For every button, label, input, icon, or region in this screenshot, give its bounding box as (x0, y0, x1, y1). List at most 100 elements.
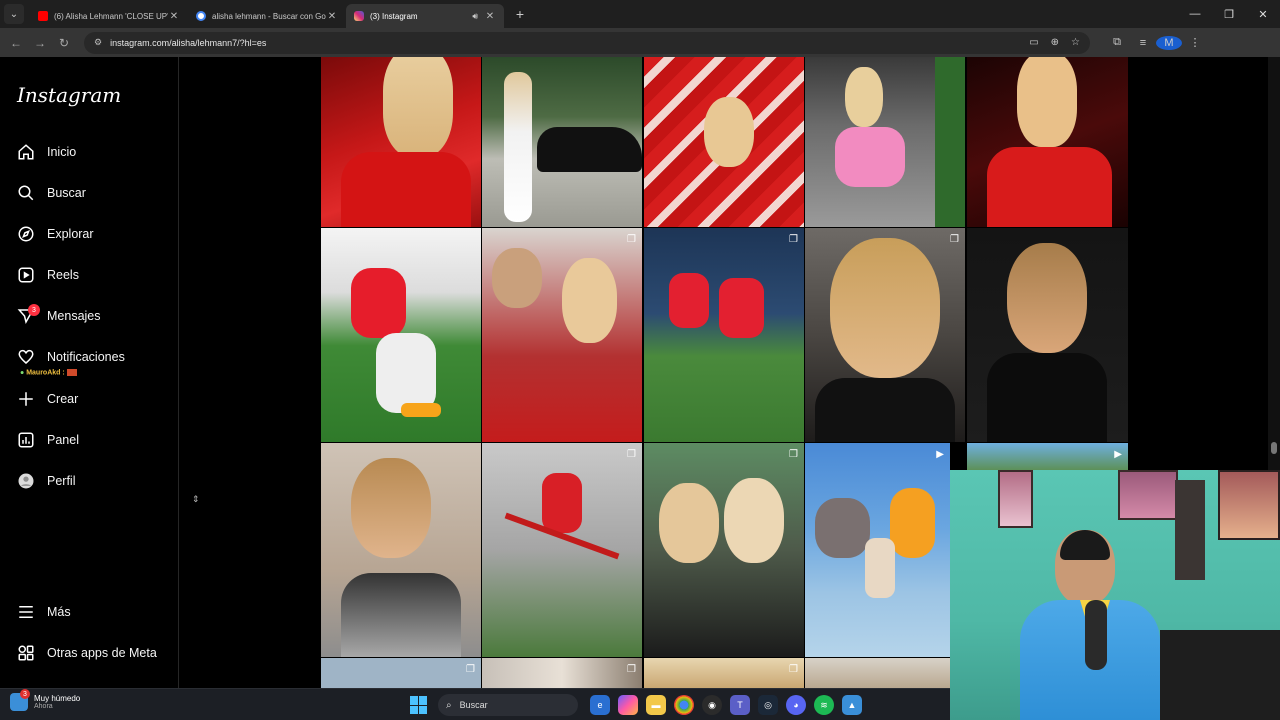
kebab-menu-icon[interactable]: ⋮ (1182, 36, 1208, 49)
post-thumbnail[interactable]: ❐ (482, 658, 642, 688)
copilot-icon[interactable] (618, 695, 638, 715)
menu-icon (17, 603, 35, 621)
nav-otras-apps[interactable]: Otras apps de Meta (17, 641, 157, 665)
spotify-icon[interactable]: ≋ (814, 695, 834, 715)
taskbar-apps: ⌕ Buscar e ▬ ◉ T ◎ ◕ ≋ ▲ (410, 694, 866, 716)
reload-icon[interactable]: ↻ (52, 31, 76, 55)
close-tab-icon[interactable]: ✕ (484, 11, 496, 22)
tab-title: (6) Alisha Lehmann 'CLOSE UP' (54, 11, 168, 21)
wall-poster (1218, 470, 1280, 540)
carousel-icon: ❐ (466, 664, 475, 675)
back-icon[interactable]: ← (4, 31, 28, 55)
nav-mensajes[interactable]: 3 Mensajes (17, 304, 101, 328)
reading-list-icon[interactable]: ≡ (1130, 37, 1156, 49)
browser-tab-active[interactable]: (3) Instagram 🔊︎ ✕ (346, 4, 504, 28)
post-thumbnail[interactable]: ❐ (644, 443, 804, 657)
search-icon (17, 184, 35, 202)
site-info-icon[interactable]: ⚙ (94, 37, 102, 48)
discord-icon[interactable]: ◕ (786, 695, 806, 715)
webcam-overlay (950, 470, 1280, 720)
nav-buscar[interactable]: Buscar (17, 181, 86, 205)
wall-poster (1118, 470, 1178, 520)
post-thumbnail[interactable]: ▶ (805, 443, 950, 657)
new-tab-button[interactable]: + (510, 4, 530, 24)
cast-icon[interactable]: ▭ (1029, 37, 1038, 48)
carousel-icon: ❐ (627, 234, 636, 245)
toolbar-right: ⧉ ≡ M ⋮ (1104, 35, 1208, 50)
post-thumbnail[interactable]: ▶ (967, 443, 1128, 473)
post-thumbnail[interactable]: ❐ (482, 228, 642, 442)
nav-label: Panel (47, 433, 79, 447)
chrome-icon[interactable] (674, 695, 694, 715)
instagram-favicon-icon (354, 11, 364, 21)
nav-notificaciones[interactable]: Notificaciones (17, 345, 125, 369)
browser-tab[interactable]: alisha lehmann - Buscar con Go ✕ (188, 4, 346, 28)
weather-widget[interactable]: 3 Muy húmedo Ahora (10, 689, 80, 711)
extensions-icon[interactable]: ⧉ (1104, 36, 1130, 49)
post-thumbnail[interactable] (805, 658, 950, 688)
nav-label: Crear (47, 392, 79, 406)
browser-tab-bar: ⌄ (6) Alisha Lehmann 'CLOSE UP' ✕ alisha… (0, 0, 1280, 28)
photos-app-icon[interactable]: ▲ (842, 695, 862, 715)
teams-icon[interactable]: T (730, 695, 750, 715)
steam-icon[interactable]: ◎ (758, 695, 778, 715)
nav-perfil[interactable]: Perfil (17, 469, 75, 493)
carousel-icon: ❐ (950, 234, 959, 245)
file-explorer-icon[interactable]: ▬ (646, 695, 666, 715)
tab-search-button[interactable]: ⌄ (4, 4, 24, 24)
reels-icon (17, 266, 35, 284)
profile-avatar[interactable]: M (1156, 35, 1182, 50)
edge-browser-icon[interactable]: e (590, 695, 610, 715)
nav-panel[interactable]: Panel (17, 428, 79, 452)
scrollbar-thumb[interactable] (1271, 442, 1277, 454)
tab-title: alisha lehmann - Buscar con Go (212, 11, 326, 21)
post-thumbnail[interactable]: ❐ (321, 658, 481, 688)
nav-label: Perfil (47, 474, 76, 488)
nav-explorar[interactable]: Explorar (17, 222, 94, 246)
close-tab-icon[interactable]: ✕ (168, 11, 180, 22)
message-count-badge: 3 (28, 304, 40, 316)
post-thumbnail[interactable] (967, 228, 1128, 442)
google-favicon-icon (196, 11, 206, 21)
post-thumbnail[interactable] (482, 57, 642, 227)
close-window-icon[interactable]: ✕ (1246, 0, 1280, 28)
post-thumbnail[interactable] (321, 228, 481, 442)
bookmark-star-icon[interactable]: ☆ (1071, 37, 1080, 48)
carousel-icon: ❐ (627, 664, 636, 675)
heart-icon (17, 348, 35, 366)
speaker-icon[interactable]: 🔊︎ (472, 11, 478, 22)
nav-mas[interactable]: Más (17, 600, 71, 624)
post-thumbnail[interactable] (805, 57, 965, 227)
post-thumbnail[interactable]: ❐ (482, 443, 642, 657)
status-dot-icon: ● (20, 369, 25, 377)
nav-label: Explorar (47, 227, 94, 241)
media-app-icon[interactable]: ◉ (702, 695, 722, 715)
nav-reels[interactable]: Reels (17, 263, 79, 287)
post-thumbnail[interactable]: ❐ (805, 228, 965, 442)
windows-start-icon[interactable] (410, 696, 428, 714)
browser-tab[interactable]: (6) Alisha Lehmann 'CLOSE UP' ✕ (30, 4, 188, 28)
flag-icon (66, 369, 77, 376)
nav-inicio[interactable]: Inicio (17, 140, 76, 164)
post-thumbnail[interactable]: ❐ (644, 658, 804, 688)
post-thumbnail[interactable] (644, 57, 804, 227)
post-thumbnail[interactable] (321, 57, 481, 227)
instagram-logo[interactable]: Instagram (17, 83, 121, 107)
avatar-icon (17, 472, 35, 490)
nav-crear[interactable]: Crear (17, 387, 78, 411)
forward-icon[interactable]: → (28, 31, 52, 55)
windows-taskbar: 3 Muy húmedo Ahora ⌕ Buscar e ▬ ◉ T ◎ ◕ … (0, 688, 950, 720)
minimize-icon[interactable]: — (1178, 0, 1212, 28)
post-thumbnail[interactable] (321, 443, 481, 657)
address-bar[interactable]: ⚙ instagram.com/alisha/lehmann7/?hl=es ▭… (84, 31, 1090, 54)
microphone (1085, 600, 1107, 670)
post-thumbnail[interactable]: ❐ (644, 228, 804, 442)
nav-label: Otras apps de Meta (47, 646, 157, 660)
nav-label: Notificaciones (47, 350, 125, 364)
carousel-icon: ❐ (627, 449, 636, 460)
post-thumbnail[interactable] (967, 57, 1128, 227)
zoom-icon[interactable]: ⊕ (1051, 37, 1059, 48)
close-tab-icon[interactable]: ✕ (326, 11, 338, 22)
taskbar-search[interactable]: ⌕ Buscar (438, 694, 578, 716)
restore-icon[interactable]: ❐ (1212, 0, 1246, 28)
